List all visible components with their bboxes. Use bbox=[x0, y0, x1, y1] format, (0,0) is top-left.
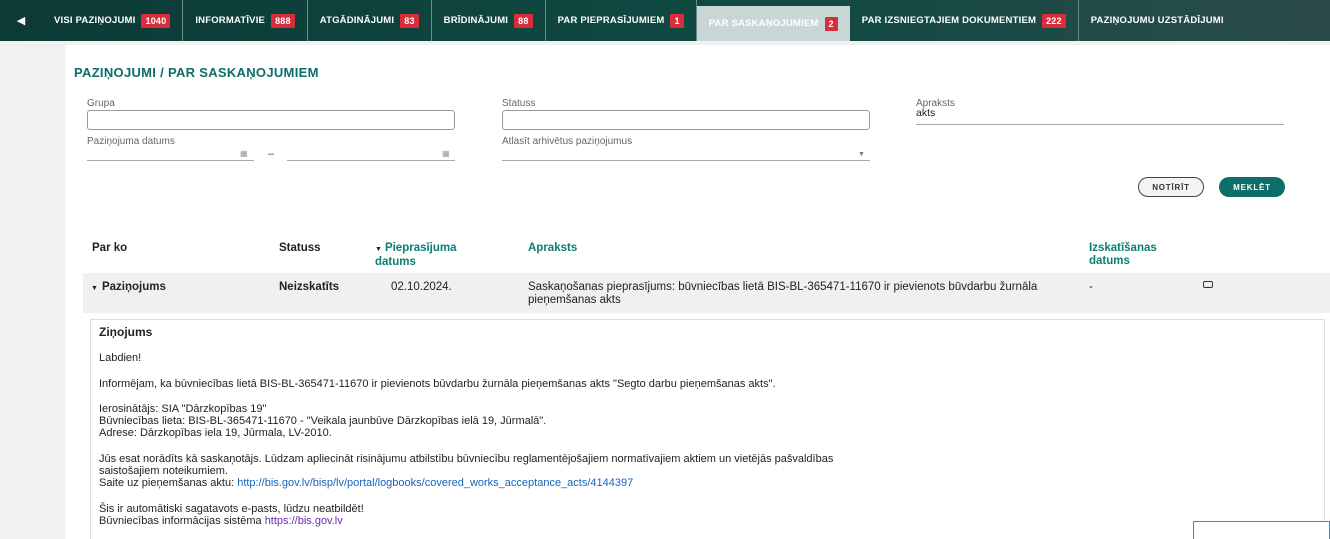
bis-link[interactable]: https://bis.gov.lv bbox=[265, 515, 343, 527]
count-badge: 88 bbox=[514, 13, 533, 28]
col-apraksts[interactable]: Apraksts bbox=[528, 242, 577, 255]
message-lieta: Būvniecības lieta: BIS-BL-365471-11670 -… bbox=[99, 415, 547, 427]
count-badge: 1040 bbox=[141, 13, 171, 28]
col-label: Pieprasījuma datums bbox=[375, 242, 457, 268]
clear-button[interactable]: NOTĪRĪT bbox=[1138, 177, 1204, 197]
message-panel: Ziņojums Labdien! Informējam, ka būvniec… bbox=[90, 319, 1325, 539]
message-saite: Saite uz pieņemšanas aktu: http://bis.go… bbox=[99, 477, 633, 490]
message-ierosinatajs: Ierosinātājs: SIA "Dārzkopības 19" bbox=[99, 403, 267, 415]
count-badge: 83 bbox=[400, 13, 419, 28]
cell-statuss: Neizskatīts bbox=[279, 281, 340, 293]
col-pieprasijuma-datums[interactable]: ▼ Pieprasījuma datums bbox=[375, 242, 495, 269]
col-par-ko[interactable]: Par ko bbox=[92, 242, 127, 255]
page-title: PAZIŅOJUMI / PAR SASKAŅOJUMIEM bbox=[74, 65, 319, 80]
statuss-select[interactable] bbox=[502, 110, 870, 130]
chevron-down-icon: ▼ bbox=[858, 151, 865, 158]
tab-label: INFORMATĪVIE bbox=[195, 15, 266, 26]
date-from-input[interactable] bbox=[87, 143, 254, 161]
sort-desc-icon: ▼ bbox=[375, 246, 382, 253]
sistema-label: Būvniecības informācijas sistēma bbox=[99, 515, 262, 527]
tab-label: PAR SASKAŅOJUMIEM bbox=[708, 18, 819, 29]
tab-label: BRĪDINĀJUMI bbox=[443, 15, 509, 26]
cell-par-ko: Paziņojums bbox=[101, 281, 166, 293]
tab-atgadinajumi[interactable]: ATGĀDINĀJUMI 83 bbox=[308, 0, 432, 41]
count-badge: 1 bbox=[670, 13, 684, 28]
envelope-icon[interactable] bbox=[1203, 281, 1213, 288]
saite-label: Saite uz pieņemšanas aktu: bbox=[99, 477, 235, 489]
arhivs-select[interactable] bbox=[502, 143, 870, 161]
message-auto: Šis ir automātiski sagatavots e-pasts, l… bbox=[99, 503, 364, 515]
table-row[interactable]: ▼ Paziņojums Neizskatīts 02.10.2024. Sask… bbox=[83, 273, 1330, 313]
search-button[interactable]: MEKLĒT bbox=[1219, 177, 1285, 197]
message-title: Ziņojums bbox=[99, 325, 153, 339]
tab-label: ATGĀDINĀJUMI bbox=[319, 15, 395, 26]
top-navigation: ◀ VISI PAZIŅOJUMI 1040 INFORMATĪVIE 888 AT… bbox=[0, 0, 1330, 41]
cell-izskatisanas: - bbox=[1089, 281, 1093, 293]
caret-down-icon: ▼ bbox=[91, 285, 98, 292]
tab-saskanojumi[interactable]: PAR SASKAŅOJUMIEM 2 bbox=[696, 6, 850, 41]
col-izskatisanas-datums[interactable]: Izskatīšanas datums bbox=[1089, 242, 1169, 268]
cell-datums: 02.10.2024. bbox=[391, 281, 452, 293]
col-statuss[interactable]: Statuss bbox=[279, 242, 321, 255]
message-p1: Informējam, ka būvniecības lietā BIS-BL-… bbox=[99, 378, 776, 390]
count-badge: 2 bbox=[824, 16, 838, 31]
tab-label: PAZIŅOJUMU UZSTĀDĪJUMI bbox=[1090, 15, 1224, 26]
grupa-label: Grupa bbox=[87, 98, 115, 109]
tab-izsniegtie-dokumenti[interactable]: PAR IZSNIEGTAJIEM DOKUMENTIEM 222 bbox=[850, 0, 1079, 41]
tab-label: PAR IZSNIEGTAJIEM DOKUMENTIEM bbox=[861, 15, 1037, 26]
grupa-select[interactable] bbox=[87, 110, 455, 130]
tab-label: VISI PAZIŅOJUMI bbox=[54, 15, 136, 26]
tab-bridinajumi[interactable]: BRĪDINĀJUMI 88 bbox=[432, 0, 546, 41]
message-greeting: Labdien! bbox=[99, 352, 142, 364]
tab-label: PAR PIEPRASĪJUMIEM bbox=[557, 15, 665, 26]
message-p3b: saistošajiem noteikumiem. bbox=[99, 465, 228, 477]
back-button[interactable]: ◀ bbox=[0, 0, 42, 41]
message-p3a: Jūs esat norādīts kā saskaņotājs. Lūdzam… bbox=[99, 453, 834, 465]
message-sistema: Būvniecības informācijas sistēma https:/… bbox=[99, 515, 343, 528]
popup-box bbox=[1193, 521, 1330, 539]
calendar-icon[interactable]: ▦ bbox=[240, 149, 248, 158]
apraksts-input[interactable]: akts bbox=[916, 107, 1284, 125]
count-badge: 222 bbox=[1042, 13, 1066, 28]
tab-informativie[interactable]: INFORMATĪVIE 888 bbox=[183, 0, 308, 41]
count-badge: 888 bbox=[271, 13, 295, 28]
acceptance-act-link[interactable]: http://bis.gov.lv/bisp/lv/portal/logbook… bbox=[237, 477, 633, 489]
main-panel: PAZIŅOJUMI / PAR SASKAŅOJUMIEM Grupa Sta… bbox=[65, 45, 1330, 539]
tab-visi[interactable]: VISI PAZIŅOJUMI 1040 bbox=[42, 0, 184, 41]
row-expand-toggle[interactable]: ▼ Paziņojums bbox=[91, 281, 166, 295]
message-adrese: Adrese: Dārzkopības iela 19, Jūrmala, LV… bbox=[99, 427, 332, 439]
date-separator: – bbox=[268, 148, 275, 160]
statuss-label: Statuss bbox=[502, 98, 536, 109]
date-to-input[interactable] bbox=[287, 143, 455, 161]
calendar-icon[interactable]: ▦ bbox=[442, 149, 450, 158]
cell-apraksts: Saskaņošanas pieprasījums: būvniecības l… bbox=[528, 281, 1038, 306]
tab-pieprasijumi[interactable]: PAR PIEPRASĪJUMIEM 1 bbox=[546, 0, 697, 41]
chevron-left-icon: ◀ bbox=[16, 15, 26, 27]
tab-uzstadijumi[interactable]: PAZIŅOJUMU UZSTĀDĪJUMI bbox=[1079, 0, 1236, 41]
